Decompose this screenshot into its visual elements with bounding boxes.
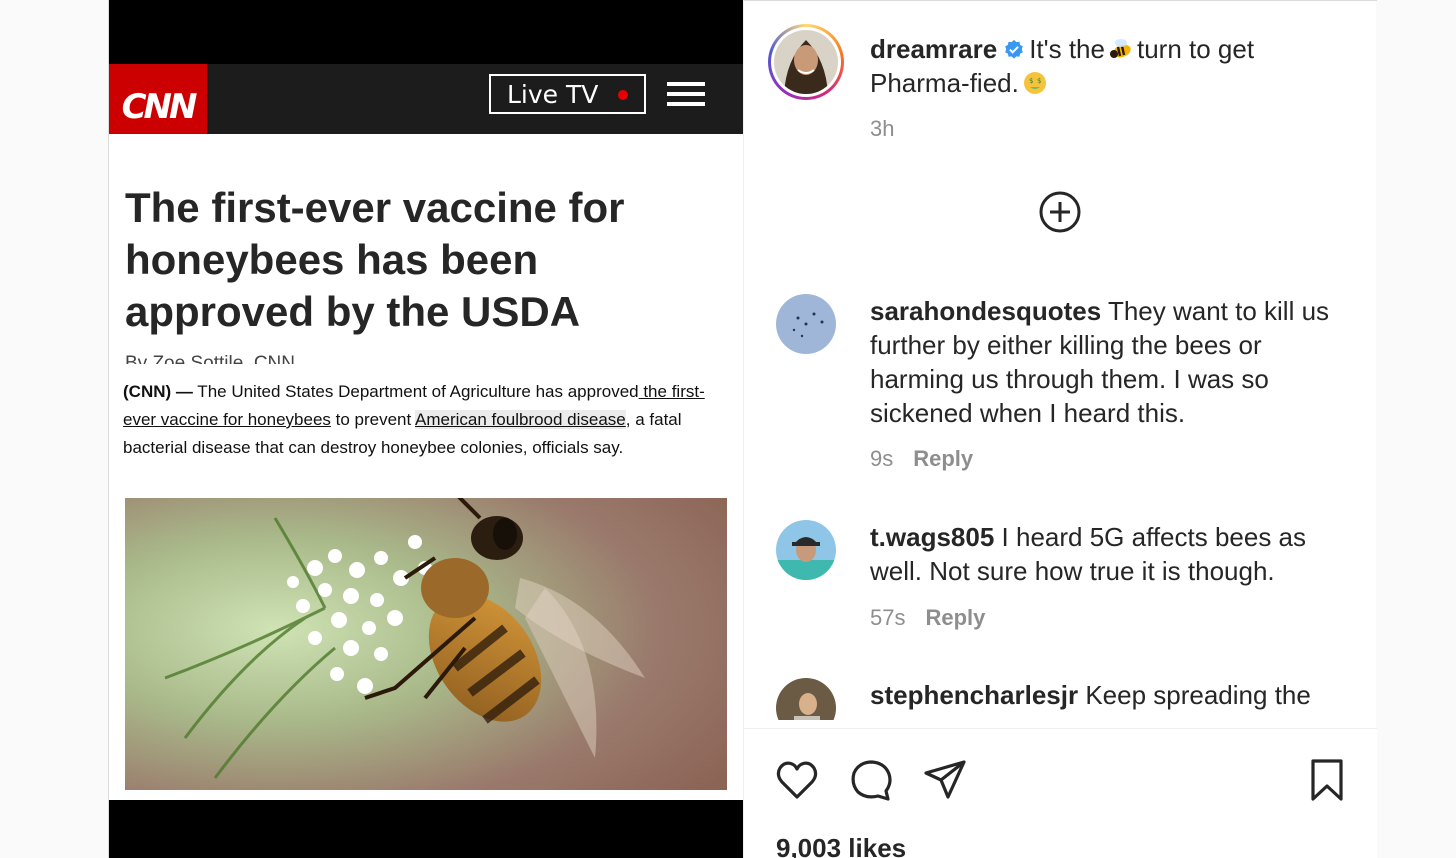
author-username[interactable]: dreamrare: [870, 34, 997, 64]
comment-time[interactable]: 57s: [870, 605, 905, 630]
comment-meta: 9s Reply: [870, 446, 973, 472]
money-mouth-face-emoji: $ $: [1023, 72, 1046, 94]
share-icon[interactable]: [922, 757, 968, 803]
comment-avatar-sarahondesquotes[interactable]: [776, 294, 836, 354]
article-link-foulbrood: American foulbrood disease: [415, 410, 626, 429]
comment-username[interactable]: stephencharlesjr: [870, 680, 1078, 710]
article-byline: By Zoe Sottile, CNN: [125, 353, 295, 364]
comment-icon[interactable]: [848, 757, 894, 803]
comment-text: stephencharlesjr Keep spreading the: [870, 678, 1360, 712]
comments-panel: dreamrare It's the turn to get Pharma-fied…: [743, 0, 1377, 858]
bee-photo: [125, 498, 727, 790]
post-media[interactable]: CNN Live TV The first-ever vaccine for h…: [109, 0, 743, 858]
live-indicator-icon: [618, 90, 628, 100]
hamburger-menu-icon: [667, 82, 705, 110]
verified-badge-icon: [1005, 39, 1024, 59]
comment-avatar-t-wags805[interactable]: [776, 520, 836, 580]
cnn-logo-text: CNN: [121, 87, 198, 127]
post-actions-bar: 9,003 likes: [744, 728, 1377, 858]
comment-text: t.wags805 I heard 5G affects bees as wel…: [870, 520, 1360, 588]
likes-count[interactable]: 9,003 likes: [776, 833, 906, 858]
comment-avatar-stephencharlesjr[interactable]: [776, 678, 836, 720]
comment-username[interactable]: sarahondesquotes: [870, 296, 1101, 326]
post-caption: dreamrare It's the turn to get Pharma-fied…: [870, 32, 1350, 100]
article-lead: (CNN) —: [123, 382, 193, 401]
bee-emoji: [1109, 39, 1131, 58]
plus-circle-icon[interactable]: [1038, 190, 1082, 234]
article-headline: The first-ever vaccine for honeybees has…: [125, 184, 625, 335]
right-gutter: [1375, 0, 1456, 858]
bookmark-icon[interactable]: [1304, 757, 1350, 803]
comment-text: sarahondesquotes They want to kill us fu…: [870, 294, 1360, 430]
comment-username[interactable]: t.wags805: [870, 522, 994, 552]
reply-button[interactable]: Reply: [913, 446, 973, 471]
heart-icon[interactable]: [774, 757, 820, 803]
live-tv-label: Live TV: [507, 79, 599, 109]
post-timestamp[interactable]: 3h: [870, 116, 894, 142]
author-avatar-image: [774, 30, 838, 94]
comment-time[interactable]: 9s: [870, 446, 893, 471]
live-tv-button: Live TV: [489, 74, 646, 114]
reply-button[interactable]: Reply: [925, 605, 985, 630]
author-avatar[interactable]: [768, 24, 844, 100]
post-modal: CNN Live TV The first-ever vaccine for h…: [108, 0, 1377, 858]
comments-scroll-area[interactable]: dreamrare It's the turn to get Pharma-fied…: [744, 0, 1377, 720]
caption-text-1: It's the: [1029, 34, 1105, 64]
comment-meta: 57s Reply: [870, 605, 985, 631]
media-letterbox-top: [109, 0, 743, 64]
svg-text:$: $: [1029, 77, 1033, 85]
media-letterbox-bottom: [109, 800, 743, 858]
article-text-2: to prevent: [330, 410, 416, 429]
left-gutter: [0, 0, 108, 858]
cnn-article: The first-ever vaccine for honeybees has…: [109, 134, 743, 800]
article-text-1: The United States Department of Agricult…: [192, 382, 639, 401]
comment-body: Keep spreading the: [1085, 680, 1311, 710]
article-body: (CNN) — The United States Department of …: [123, 378, 723, 462]
svg-text:$: $: [1037, 77, 1041, 85]
